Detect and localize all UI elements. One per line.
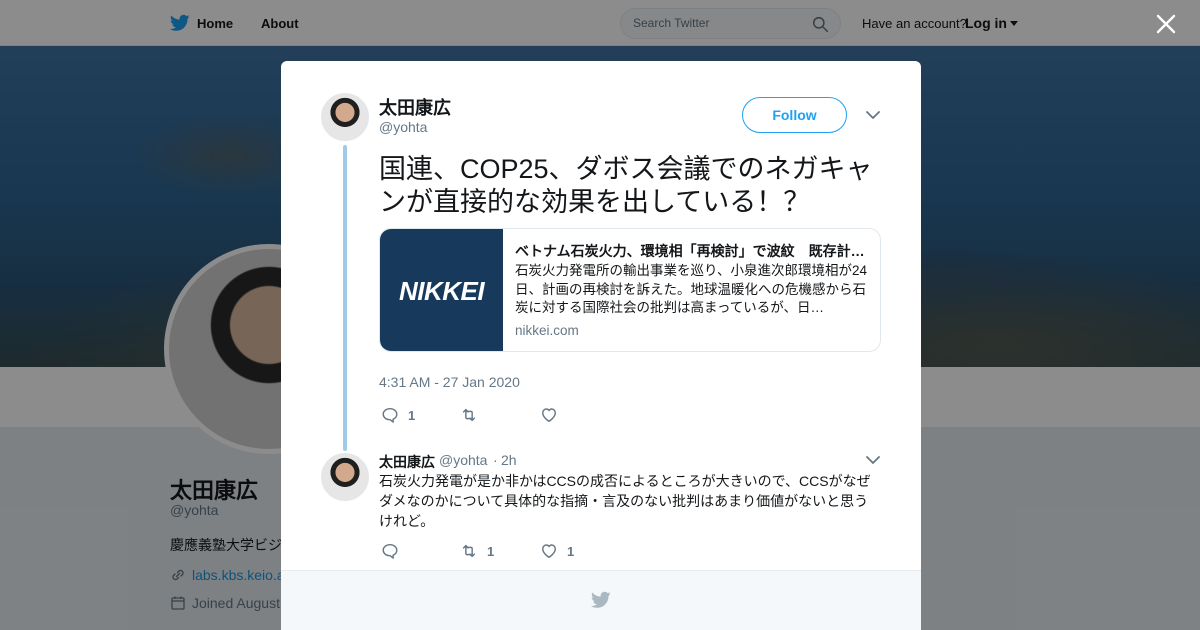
reply-like-action[interactable]: 1 bbox=[540, 541, 574, 561]
heart-icon bbox=[541, 544, 557, 559]
nikkei-logo: NIKKEI bbox=[398, 275, 485, 306]
reply-author-avatar[interactable] bbox=[321, 453, 369, 501]
tweet-author-name[interactable]: 太田康広 bbox=[379, 94, 451, 120]
link-card[interactable]: NIKKEI ベトナム石炭火力、環境相「再検討」で波紋 既存計… 石炭火力発電所… bbox=[379, 228, 881, 352]
tweet-author-avatar[interactable] bbox=[321, 93, 369, 141]
card-title: ベトナム石炭火力、環境相「再検討」で波紋 既存計… bbox=[515, 243, 865, 259]
reply-retweet-count: 1 bbox=[487, 543, 495, 559]
heart-icon bbox=[541, 408, 557, 423]
card-thumbnail: NIKKEI bbox=[380, 229, 503, 351]
reply-author-name[interactable]: 太田康広 bbox=[379, 452, 435, 472]
reply-action[interactable]: 1 bbox=[381, 405, 415, 425]
modal-footer bbox=[281, 570, 921, 630]
tweet-modal: 太田康広 @yohta Follow 国連、COP25、ダボス会議でのネガキャン… bbox=[281, 61, 921, 630]
reply-time[interactable]: 2h bbox=[501, 452, 517, 468]
reply-reply-action[interactable] bbox=[381, 541, 408, 561]
tweet-text: 国連、COP25、ダボス会議でのネガキャンが直接的な効果を出している！？ bbox=[379, 154, 873, 217]
reply-icon bbox=[382, 543, 398, 559]
follow-button[interactable]: Follow bbox=[742, 97, 847, 133]
card-domain: nikkei.com bbox=[515, 323, 579, 338]
reply-icon bbox=[382, 407, 398, 423]
tweet-author-handle[interactable]: @yohta bbox=[379, 119, 427, 135]
reply-author-handle[interactable]: @yohta bbox=[439, 452, 487, 468]
retweet-icon bbox=[462, 408, 476, 422]
retweet-icon bbox=[462, 544, 476, 558]
reply-retweet-action[interactable]: 1 bbox=[460, 541, 494, 561]
reply-text: 石炭火力発電が是か非かはCCSの成否によるところが大きいので、CCSがなぜダメな… bbox=[379, 473, 871, 529]
card-description: 石炭火力発電所の輸出事業を巡り、小泉進次郎環境相が24日、計画の再検討を訴えた。… bbox=[515, 263, 867, 315]
tweet-timestamp[interactable]: 4:31 AM - 27 Jan 2020 bbox=[379, 374, 520, 390]
thread-line bbox=[343, 145, 347, 451]
like-action[interactable] bbox=[540, 405, 567, 425]
retweet-action[interactable] bbox=[460, 405, 487, 425]
reply-chevron-down-icon[interactable] bbox=[866, 456, 880, 465]
twitter-bird-icon bbox=[591, 591, 611, 608]
reply-count: 1 bbox=[408, 407, 416, 423]
chevron-down-icon[interactable] bbox=[866, 111, 880, 120]
reply-separator: · bbox=[493, 452, 498, 468]
close-icon[interactable] bbox=[1154, 12, 1178, 36]
reply-like-count: 1 bbox=[567, 543, 575, 559]
